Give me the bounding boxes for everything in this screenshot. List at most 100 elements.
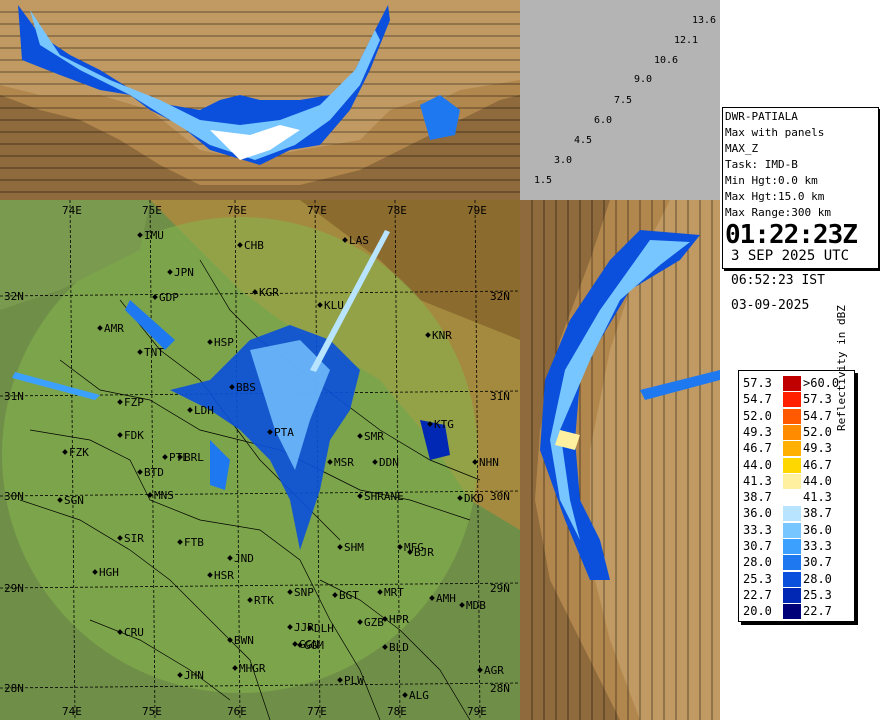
station-label[interactable]: MRT (384, 586, 404, 599)
station-label[interactable]: SIR (124, 532, 144, 545)
station-label[interactable]: CRU (124, 626, 144, 639)
station-label[interactable]: HSR (214, 569, 234, 582)
longitude-label: 79E (467, 204, 487, 217)
station-label[interactable]: HGH (99, 566, 119, 579)
station-label[interactable]: LDH (194, 404, 214, 417)
station-label[interactable]: FDK (124, 429, 144, 442)
station-label[interactable]: CHB (244, 239, 264, 252)
latitude-label: 32N (490, 290, 510, 303)
scale-high-value: 25.3 (803, 587, 832, 602)
latitude-label: 30N (4, 490, 24, 503)
station-label[interactable]: PLW (344, 674, 364, 687)
station-label[interactable]: JJR (294, 621, 314, 634)
station-label[interactable]: DDN (379, 456, 399, 469)
station-label[interactable]: PTA (274, 426, 294, 439)
scale-swatch (783, 506, 801, 522)
right-cross-section-panel (520, 200, 720, 720)
latitude-label: 31N (490, 390, 510, 403)
latitude-label: 29N (490, 582, 510, 595)
scale-low-value: 38.7 (743, 490, 772, 505)
radar-map[interactable]: IMU CHB LAS JPN KGR GDP KLU AMR TNT HSP KNR BBS FZP L… (0, 200, 520, 720)
station-label[interactable]: RTK (254, 594, 274, 607)
station-info-box: DWR-PATIALA Max with panels MAX_Z Task: … (722, 107, 879, 269)
station-label[interactable]: HSP (214, 336, 234, 349)
station-label[interactable]: SHM (344, 541, 364, 554)
scale-low-value: 30.7 (743, 539, 772, 553)
product-code: MAX_Z (725, 142, 759, 155)
height-label: 13.6 (692, 15, 717, 26)
scale-swatch (783, 408, 801, 424)
station-label[interactable]: BBS (236, 381, 256, 394)
station-label[interactable]: BLD (389, 641, 409, 654)
station-label[interactable]: DLH (314, 622, 334, 635)
station-label[interactable]: BWN (234, 634, 254, 647)
latitude-label: 30N (490, 490, 510, 503)
station-label[interactable]: JHN (184, 669, 204, 682)
station-label[interactable]: KTG (434, 418, 454, 431)
longitude-label: 78E (387, 204, 407, 217)
station-label[interactable]: BTD (144, 466, 164, 479)
station-label[interactable]: DKD (464, 492, 484, 505)
station-label[interactable]: BGT (339, 589, 359, 602)
station-label[interactable]: MHGR (239, 662, 266, 675)
station-label[interactable]: FZK (69, 446, 89, 459)
scale-low-value: 57.3 (743, 376, 772, 390)
scale-low-value: 28.0 (743, 555, 772, 570)
scale-low-value: 44.0 (743, 457, 772, 472)
station-label[interactable]: GDP (159, 291, 179, 304)
station-label[interactable]: FZP (124, 396, 144, 409)
station-label[interactable]: HPR (389, 613, 409, 626)
scale-swatch (783, 555, 801, 571)
min-height: Min Hgt:0.0 km (725, 174, 818, 187)
scale-high-value: 28.0 (803, 571, 832, 586)
station-label[interactable]: ALG (409, 689, 429, 702)
station-label[interactable]: SGN (64, 494, 84, 507)
radar-map-panel[interactable]: IMU CHB LAS JPN KGR GDP KLU AMR TNT HSP KNR BBS FZP L… (0, 200, 520, 720)
station-label[interactable]: BRL (184, 451, 204, 464)
station-label[interactable]: AMR (104, 322, 124, 335)
station-label[interactable]: JPN (174, 266, 194, 279)
station-label[interactable]: BJR (414, 546, 434, 559)
station-label[interactable]: TNT (144, 346, 164, 359)
latitude-label: 28N (4, 682, 24, 695)
scale-low-value: 54.7 (743, 392, 772, 407)
height-panel: 1.5 3.0 4.5 6.0 7.5 9.0 10.6 12.1 13.6 (520, 0, 720, 200)
station-label[interactable]: MSR (334, 456, 354, 469)
station-label[interactable]: GGM (304, 639, 324, 652)
scale-low-value: 33.3 (743, 522, 772, 537)
station-label[interactable]: SNP (294, 586, 314, 599)
scale-high-value: 38.7 (803, 506, 832, 521)
station-label[interactable]: AMH (436, 592, 456, 605)
height-label: 9.0 (634, 74, 653, 85)
longitude-label: 75E (142, 204, 162, 217)
station-label[interactable]: SHRANE (364, 490, 404, 503)
scale-low-value: 22.7 (743, 587, 772, 602)
station-label[interactable]: AGR (484, 664, 504, 677)
station-label[interactable]: KGR (259, 286, 279, 299)
station-label[interactable]: FTB (184, 536, 204, 549)
station-label[interactable]: SMR (364, 430, 384, 443)
station-label[interactable]: NHN (479, 456, 499, 469)
longitude-label: 74E (62, 204, 82, 217)
station-label[interactable]: IMU (144, 229, 164, 242)
longitude-label: 77E (307, 204, 327, 217)
top-echo-east (420, 95, 460, 140)
station-label[interactable]: LAS (349, 234, 369, 247)
scale-swatch (783, 441, 801, 457)
scale-swatch (783, 522, 801, 538)
station-label[interactable]: GZB (364, 616, 384, 629)
station-label[interactable]: KNR (432, 329, 452, 342)
scale-low-value: 41.3 (743, 473, 772, 488)
scale-high-value: 57.3 (803, 392, 832, 407)
scale-low-value: 25.3 (743, 571, 772, 586)
latitude-label: 28N (490, 682, 510, 695)
longitude-label: 79E (467, 705, 487, 718)
longitude-label: 75E (142, 705, 162, 718)
station-label[interactable]: JND (234, 552, 254, 565)
height-label: 7.5 (614, 95, 633, 106)
height-label: 4.5 (574, 135, 593, 146)
station-label[interactable]: MNS (154, 489, 174, 502)
station-label[interactable]: MDB (466, 599, 486, 612)
station-label[interactable]: KLU (324, 299, 344, 312)
scale-swatch (783, 587, 801, 603)
